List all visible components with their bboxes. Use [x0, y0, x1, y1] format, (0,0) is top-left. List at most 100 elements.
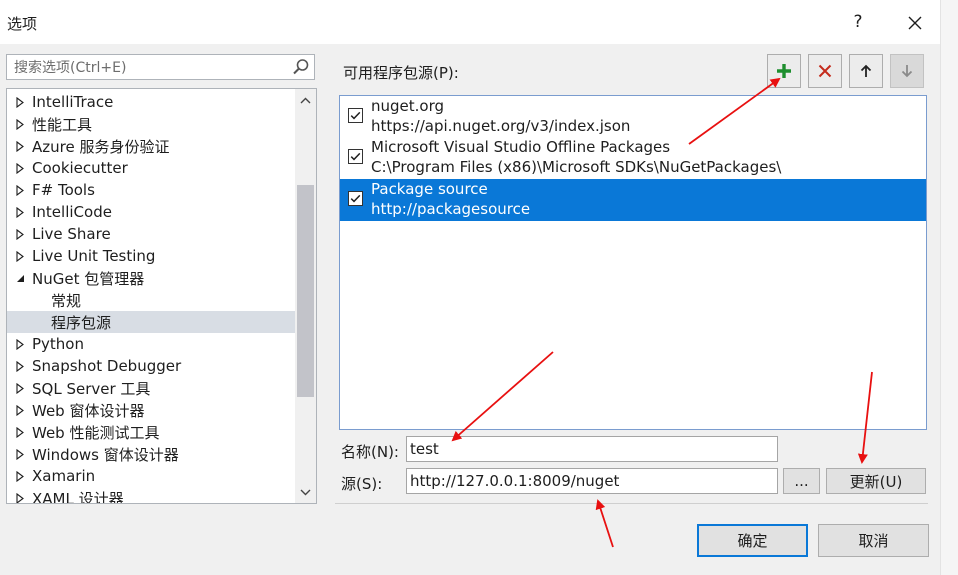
collapsed-triangle-icon[interactable] — [13, 139, 27, 153]
collapsed-triangle-icon[interactable] — [13, 95, 27, 109]
options-search-input[interactable] — [12, 56, 286, 80]
tree-item-label: Xamarin — [32, 467, 96, 485]
collapsed-triangle-icon[interactable] — [13, 227, 27, 241]
collapsed-triangle-icon[interactable] — [13, 337, 27, 351]
source-name: Package source — [371, 180, 488, 198]
tree-item[interactable]: XAML 设计器 — [7, 487, 295, 504]
tree-item[interactable]: Xamarin — [7, 465, 295, 487]
tree-item-label: F# Tools — [32, 181, 95, 199]
tree-item-label: IntelliTrace — [32, 93, 114, 111]
checkmark-icon — [350, 111, 361, 120]
update-button[interactable]: 更新(U) — [826, 468, 926, 494]
title-bar — [0, 0, 958, 44]
ok-button[interactable]: 确定 — [697, 524, 808, 557]
source-url: C:\Program Files (x86)\Microsoft SDKs\Nu… — [371, 158, 782, 176]
tree-item[interactable]: 常规 — [7, 289, 316, 311]
scroll-up-button[interactable] — [295, 90, 316, 110]
options-search-box[interactable] — [6, 54, 315, 80]
source-url: http://packagesource — [371, 200, 531, 218]
cancel-button[interactable]: 取消 — [818, 524, 929, 557]
name-input[interactable] — [406, 436, 778, 462]
add-source-button[interactable] — [767, 54, 801, 88]
remove-icon — [818, 64, 832, 78]
collapsed-triangle-icon[interactable] — [13, 205, 27, 219]
tree-item[interactable]: Python — [7, 333, 295, 355]
arrow-up-icon — [860, 64, 872, 77]
source-name: Microsoft Visual Studio Offline Packages — [371, 138, 671, 156]
close-button[interactable] — [899, 8, 931, 38]
options-tree[interactable]: IntelliTrace 性能工具 Azure 服务身份验证 Cookiecutter… — [6, 88, 317, 504]
move-up-button[interactable] — [849, 54, 883, 88]
tree-item-label: Azure 服务身份验证 — [32, 137, 170, 156]
package-source-item[interactable]: Package source http://packagesource — [340, 179, 926, 221]
source-input[interactable] — [406, 468, 778, 494]
window-edge — [940, 0, 958, 575]
tree-item-label: SQL Server 工具 — [32, 379, 151, 398]
tree-item[interactable]: NuGet 包管理器 — [7, 267, 295, 289]
tree-item[interactable]: 程序包源 — [7, 311, 316, 333]
tree-item-label: Windows 窗体设计器 — [32, 445, 179, 464]
tree-item[interactable]: Web 性能测试工具 — [7, 421, 295, 443]
tree-item[interactable]: IntelliTrace — [7, 91, 295, 113]
tree-item[interactable]: Cookiecutter — [7, 157, 295, 179]
tree-item[interactable]: Windows 窗体设计器 — [7, 443, 295, 465]
search-icon[interactable] — [292, 58, 310, 76]
expanded-triangle-icon[interactable] — [13, 271, 27, 285]
collapsed-triangle-icon[interactable] — [13, 249, 27, 263]
package-sources-list[interactable]: nuget.org https://api.nuget.org/v3/index.… — [339, 95, 927, 430]
remove-source-button[interactable] — [808, 54, 842, 88]
package-sources-label: 可用程序包源(P): — [343, 64, 459, 82]
tree-scrollbar[interactable] — [295, 89, 316, 503]
tree-item[interactable]: Live Unit Testing — [7, 245, 295, 267]
collapsed-triangle-icon[interactable] — [13, 183, 27, 197]
collapsed-triangle-icon[interactable] — [13, 469, 27, 483]
tree-item[interactable]: IntelliCode — [7, 201, 295, 223]
divider — [335, 503, 928, 504]
scroll-down-button[interactable] — [295, 482, 316, 502]
collapsed-triangle-icon[interactable] — [13, 491, 27, 503]
collapsed-triangle-icon[interactable] — [13, 403, 27, 417]
tree-item-label: XAML 设计器 — [32, 489, 124, 504]
collapsed-triangle-icon[interactable] — [13, 117, 27, 131]
tree-item[interactable]: Snapshot Debugger — [7, 355, 295, 377]
collapsed-triangle-icon[interactable] — [13, 381, 27, 395]
close-icon — [908, 16, 922, 30]
move-down-button[interactable] — [890, 54, 924, 88]
name-label: 名称(N): — [341, 443, 399, 461]
tree-item-label: Live Share — [32, 225, 111, 243]
source-enabled-checkbox[interactable] — [348, 149, 363, 164]
tree-item-label: NuGet 包管理器 — [32, 269, 145, 288]
source-enabled-checkbox[interactable] — [348, 191, 363, 206]
collapsed-triangle-icon[interactable] — [13, 425, 27, 439]
collapsed-triangle-icon[interactable] — [13, 359, 27, 373]
plus-icon — [777, 64, 791, 78]
browse-button[interactable]: ... — [783, 468, 820, 494]
tree-item-label: Snapshot Debugger — [32, 357, 182, 375]
checkmark-icon — [350, 152, 361, 161]
tree-item-label: Web 窗体设计器 — [32, 401, 145, 420]
tree-item-label: 性能工具 — [32, 115, 93, 134]
collapsed-triangle-icon[interactable] — [13, 161, 27, 175]
tree-item[interactable]: Web 窗体设计器 — [7, 399, 295, 421]
package-source-item[interactable]: Microsoft Visual Studio Offline Packages… — [340, 137, 926, 179]
chevron-up-icon — [300, 97, 311, 103]
collapsed-triangle-icon[interactable] — [13, 447, 27, 461]
source-url: https://api.nuget.org/v3/index.json — [371, 117, 631, 135]
tree-item[interactable]: 性能工具 — [7, 113, 295, 135]
arrow-to-source-input — [595, 499, 614, 548]
help-button[interactable]: ? — [845, 8, 871, 36]
checkmark-icon — [350, 194, 361, 203]
tree-item[interactable]: Live Share — [7, 223, 295, 245]
tree-item-label: IntelliCode — [32, 203, 112, 221]
tree-item[interactable]: F# Tools — [7, 179, 295, 201]
arrow-down-icon — [901, 65, 913, 78]
source-enabled-checkbox[interactable] — [348, 108, 363, 123]
scroll-thumb[interactable] — [297, 185, 314, 397]
tree-item-label: Web 性能测试工具 — [32, 423, 160, 442]
chevron-down-icon — [300, 489, 311, 495]
source-label: 源(S): — [341, 475, 383, 493]
package-source-item[interactable]: nuget.org https://api.nuget.org/v3/index.… — [340, 96, 926, 138]
tree-item[interactable]: Azure 服务身份验证 — [7, 135, 295, 157]
tree-item-label: Python — [32, 335, 84, 353]
tree-item[interactable]: SQL Server 工具 — [7, 377, 295, 399]
